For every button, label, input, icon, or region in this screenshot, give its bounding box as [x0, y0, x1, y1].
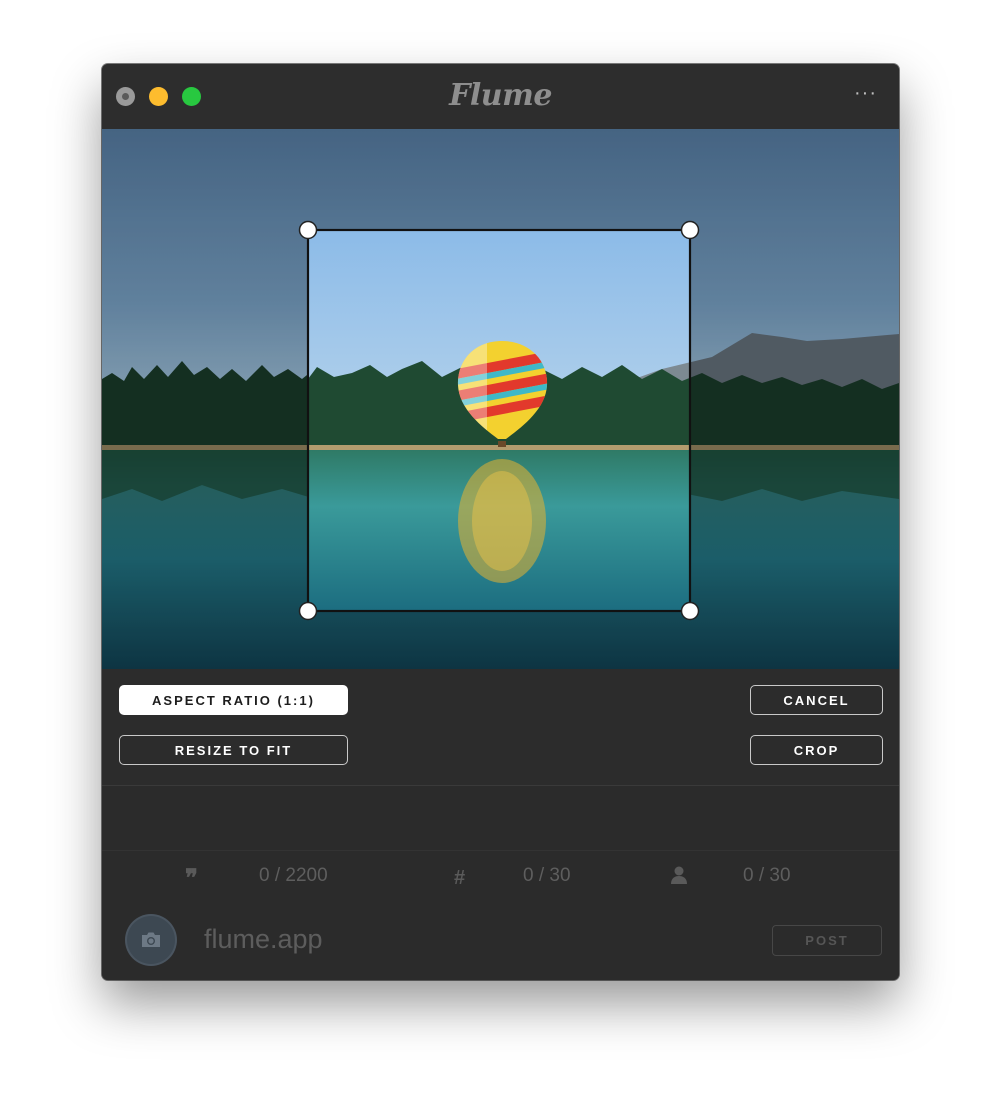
crop-handle-bottom-left[interactable]	[298, 601, 318, 621]
app-window: Flume ··· ASPECT RATIO (1:1) RESIZE TO F…	[102, 64, 899, 980]
mention-count: 0 / 30	[743, 865, 791, 886]
person-icon	[670, 865, 688, 891]
cancel-button[interactable]: CANCEL	[750, 685, 883, 715]
counters-row: ❞ 0 / 2200 # 0 / 30 0 / 30	[102, 850, 899, 903]
caption-composer[interactable]	[102, 786, 899, 850]
camera-icon	[142, 932, 160, 947]
post-button[interactable]: POST	[772, 925, 882, 956]
photo-crop-canvas[interactable]	[102, 129, 899, 669]
account-name[interactable]: flume.app	[204, 924, 323, 955]
aspect-ratio-button[interactable]: ASPECT RATIO (1:1)	[119, 685, 348, 715]
app-logo: Flume	[449, 78, 552, 113]
avatar[interactable]	[127, 916, 175, 964]
crop-button[interactable]: CROP	[750, 735, 883, 765]
crop-handle-top-right[interactable]	[680, 220, 700, 240]
quote-icon: ❞	[185, 863, 198, 892]
resize-to-fit-button[interactable]: RESIZE TO FIT	[119, 735, 348, 765]
more-menu-icon[interactable]: ···	[854, 82, 877, 105]
caption-count: 0 / 2200	[259, 865, 328, 886]
crop-handle-bottom-right[interactable]	[680, 601, 700, 621]
crop-handle-top-left[interactable]	[298, 220, 318, 240]
hashtag-icon: #	[454, 867, 466, 889]
post-footer: flume.app POST	[102, 902, 899, 980]
hashtag-count: 0 / 30	[523, 865, 571, 886]
crop-toolbar: ASPECT RATIO (1:1) RESIZE TO FIT CANCEL …	[102, 669, 899, 786]
title-bar[interactable]: Flume ···	[102, 64, 899, 129]
